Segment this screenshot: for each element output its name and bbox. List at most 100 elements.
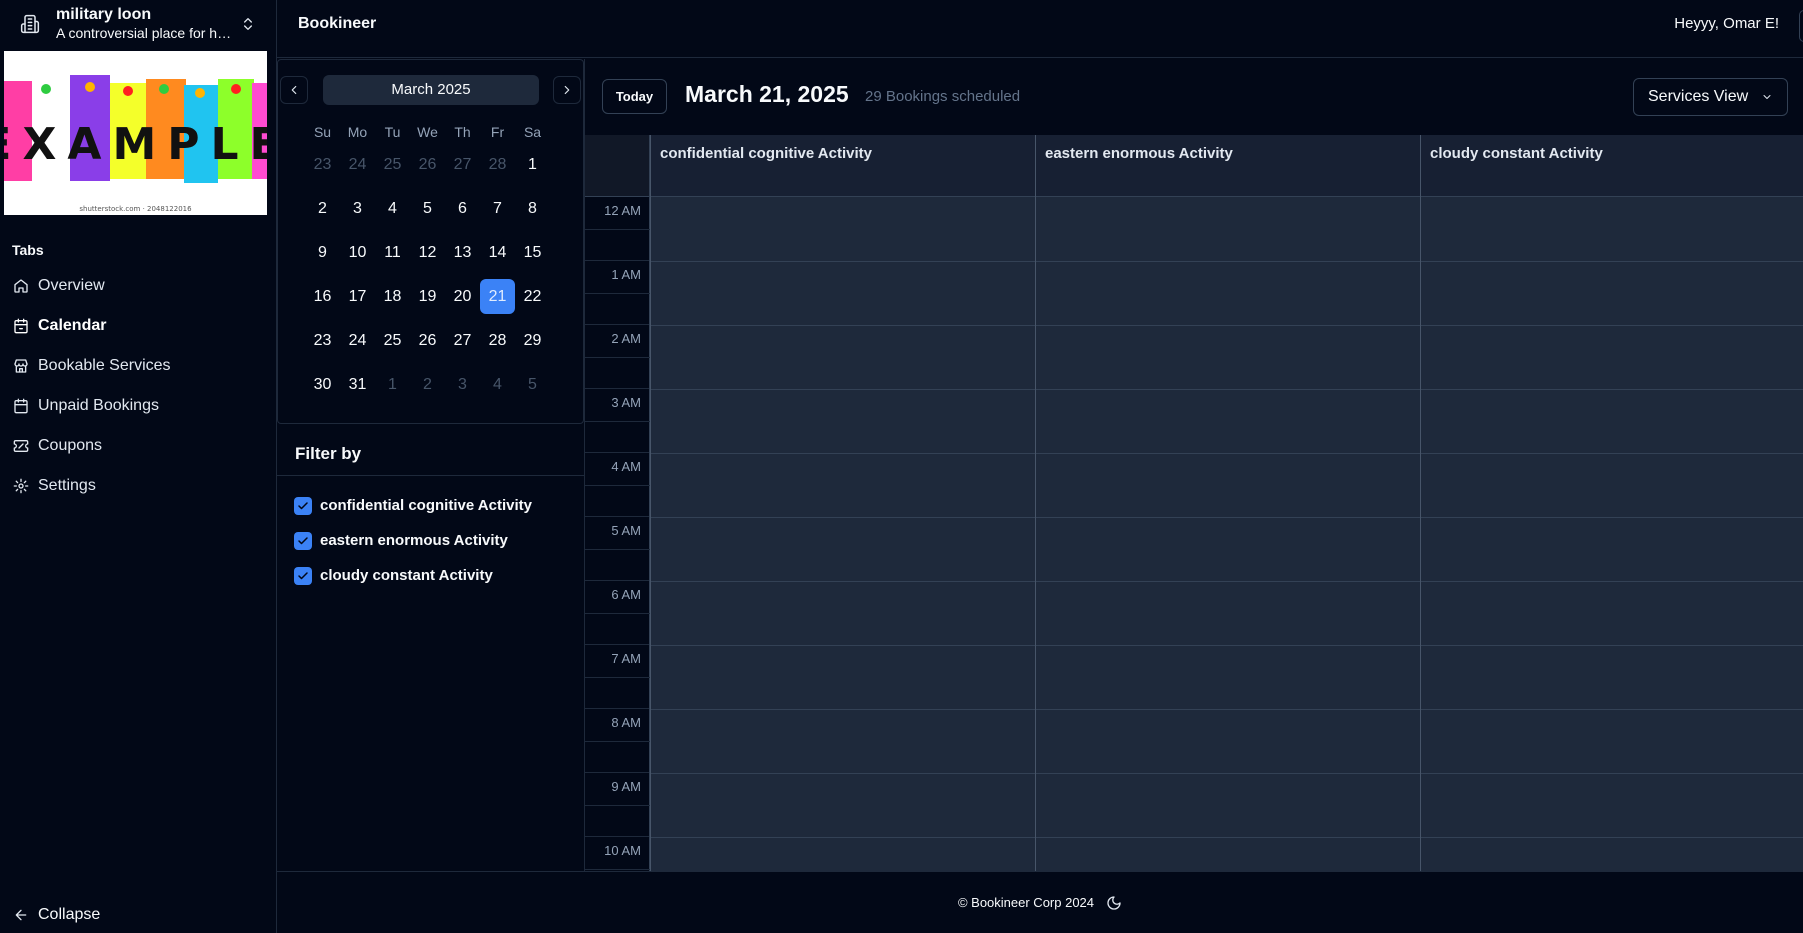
day-cell[interactable]: 24 [340,323,375,358]
sidebar-item-label: Coupons [38,437,103,454]
hour-line [1421,453,1803,454]
hour-line [651,325,1035,326]
weekday-label: We [417,124,438,140]
day-cell[interactable]: 24 [340,147,375,182]
day-cell-selected[interactable]: 21 [480,278,515,314]
day-cell[interactable]: 19 [410,279,445,314]
time-label: 10 AM [604,843,641,858]
day-cell[interactable]: 26 [410,323,445,358]
day-cell[interactable]: 18 [375,279,410,314]
day-cell[interactable]: 13 [445,235,480,270]
chevron-down-icon [1763,95,1771,99]
mini-calendar: March 2025 Su Mo Tu We Th Fr Sa 23 24 25 26 27 28 1 2… [277,59,584,424]
week-row: 23 24 25 26 27 28 29 [305,318,550,362]
day-cell[interactable]: 25 [375,323,410,358]
day-cell[interactable]: 27 [445,147,480,182]
today-button[interactable]: Today [602,79,667,114]
checkbox-checked[interactable] [294,566,312,585]
day-cell[interactable]: 3 [340,191,375,226]
day-cell[interactable]: 20 [445,279,480,314]
sidebar-item-overview[interactable]: Overview [0,266,277,306]
filter-option[interactable]: eastern enormous Activity [294,523,532,558]
filter-option[interactable]: cloudy constant Activity [294,558,532,593]
half-hour-line [585,869,650,870]
day-cell[interactable]: 29 [515,323,550,358]
weekday-label: Su [313,124,332,140]
top-bar: Bookineer Heyyy, Omar E! [277,0,1803,58]
hour-line [651,581,1035,582]
day-cell[interactable]: 9 [305,235,340,270]
day-cell[interactable]: 4 [375,191,410,226]
weekday-label: Th [454,124,471,140]
day-cell[interactable]: 31 [340,367,375,402]
sidebar-item-label: Overview [38,277,105,294]
view-select-value: Services View [1648,88,1749,105]
user-menu-button[interactable] [1799,10,1803,42]
sidebar-item-unpaid-bookings[interactable]: Unpaid Bookings [0,386,277,426]
time-slot: 7 AM [585,645,650,709]
hour-line [651,709,1035,710]
view-select[interactable]: Services View [1633,78,1788,116]
day-cell[interactable]: 27 [445,323,480,358]
check-icon [298,501,308,509]
hour-line [651,773,1035,774]
day-cell[interactable]: 4 [480,367,515,402]
day-cell[interactable]: 26 [410,147,445,182]
day-cell[interactable]: 2 [305,191,340,226]
hour-line [1421,773,1803,774]
day-cell[interactable]: 14 [480,235,515,270]
day-cell[interactable]: 22 [515,279,550,314]
calendar-side-panel: March 2025 Su Mo Tu We Th Fr Sa 23 24 25 26 27 28 1 2… [277,59,585,871]
checkbox-checked[interactable] [294,496,312,515]
day-cell[interactable]: 28 [480,147,515,182]
hour-line [1421,389,1803,390]
day-cell[interactable]: 1 [515,147,550,182]
checkbox-checked[interactable] [294,531,312,550]
chevron-left-icon [291,85,297,95]
day-cell[interactable]: 7 [480,191,515,226]
hour-line [1036,773,1420,774]
day-cell[interactable]: 15 [515,235,550,270]
day-cell[interactable]: 12 [410,235,445,270]
half-hour-line [585,677,650,678]
day-cell[interactable]: 11 [375,235,410,270]
org-switcher[interactable]: military loon A controversial place for … [0,0,277,48]
day-cell[interactable]: 8 [515,191,550,226]
collapse-sidebar-button[interactable]: Collapse [0,895,277,933]
day-cell[interactable]: 3 [445,367,480,402]
day-cell[interactable]: 23 [305,323,340,358]
time-label: 2 AM [611,331,641,346]
sidebar-item-bookable-services[interactable]: Bookable Services [0,346,277,386]
day-cell[interactable]: 1 [375,367,410,402]
service-column[interactable]: eastern enormous Activity [1035,135,1420,871]
day-cell[interactable]: 17 [340,279,375,314]
chevron-right-icon [564,85,570,95]
day-cell[interactable]: 25 [375,147,410,182]
day-cell[interactable]: 16 [305,279,340,314]
week-row: 16 17 18 19 20 21 22 [305,274,550,318]
weekday-header: Su Mo Tu We Th Fr Sa [305,124,550,140]
day-cell[interactable]: 6 [445,191,480,226]
sidebar-item-calendar[interactable]: Calendar [0,306,277,346]
day-cell[interactable]: 28 [480,323,515,358]
half-hour-line [585,357,650,358]
day-cell[interactable]: 5 [515,367,550,402]
hour-line [1421,837,1803,838]
sidebar-item-settings[interactable]: Settings [0,466,277,506]
day-cell[interactable]: 2 [410,367,445,402]
sidebar-item-coupons[interactable]: Coupons [0,426,277,466]
moon-icon[interactable] [1106,895,1122,911]
service-column[interactable]: confidential cognitive Activity [650,135,1035,871]
next-month-button[interactable] [553,76,581,104]
day-cell[interactable]: 10 [340,235,375,270]
day-cell[interactable]: 23 [305,147,340,182]
filter-option-label: cloudy constant Activity [320,567,493,584]
hour-line [651,837,1035,838]
day-cell[interactable]: 30 [305,367,340,402]
previous-month-button[interactable] [280,76,308,104]
day-cell[interactable]: 5 [410,191,445,226]
filter-option[interactable]: confidential cognitive Activity [294,488,532,523]
service-column[interactable]: cloudy constant Activity [1420,135,1803,871]
check-icon [298,536,308,544]
chevrons-up-down-icon [244,18,252,30]
